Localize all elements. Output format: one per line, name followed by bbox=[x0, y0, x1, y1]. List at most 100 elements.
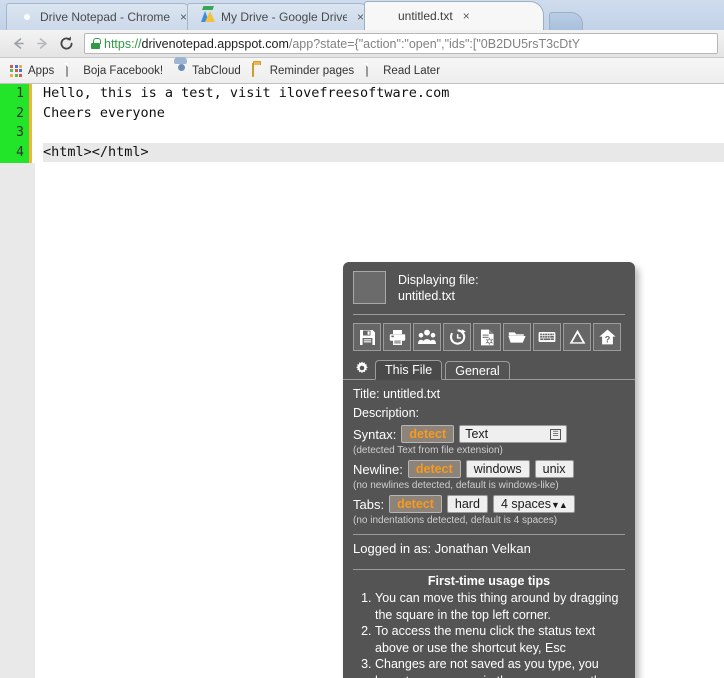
line-number-column: 1 2 3 4 bbox=[0, 84, 29, 162]
syntax-row: Syntax: detect Text ☰ bbox=[343, 423, 635, 445]
bookmark-label: Boja Facebook! bbox=[83, 64, 164, 77]
gear-icon[interactable] bbox=[353, 359, 371, 377]
stepper-up-icon[interactable]: ▲ bbox=[559, 500, 568, 510]
page-icon bbox=[365, 62, 379, 78]
share-icon[interactable] bbox=[413, 323, 441, 351]
tip-item: To access the menu click the status text… bbox=[375, 623, 623, 656]
newline-unix-button[interactable]: unix bbox=[534, 460, 574, 478]
tab-close-icon[interactable]: × bbox=[357, 10, 364, 24]
newline-windows-button[interactable]: windows bbox=[465, 460, 530, 478]
bookmark-label: Apps bbox=[28, 64, 55, 77]
tab-close-icon[interactable]: × bbox=[180, 10, 187, 24]
status-label: Displaying file: bbox=[398, 273, 479, 287]
newline-detect-button[interactable]: detect bbox=[407, 460, 461, 478]
line-number: 1 bbox=[16, 86, 24, 101]
back-button[interactable] bbox=[6, 32, 30, 56]
tips-title: First-time usage tips bbox=[427, 574, 551, 588]
syntax-detect-button[interactable]: detect bbox=[401, 425, 455, 443]
svg-text:?: ? bbox=[604, 334, 610, 344]
logged-in-status: Logged in as: Jonathan Velkan bbox=[353, 541, 531, 556]
page-icon bbox=[65, 62, 79, 78]
tabs-spaces-stepper[interactable]: 4 spaces▼▲ bbox=[492, 495, 575, 513]
bookmark-reminder-pages[interactable]: Reminder pages bbox=[248, 62, 361, 80]
folder-icon bbox=[251, 62, 266, 78]
syntax-label: Syntax: bbox=[353, 426, 397, 442]
code-editor[interactable]: Hello, this is a test, visit ilovefreeso… bbox=[35, 84, 724, 162]
line-number: 4 bbox=[16, 144, 24, 160]
browser-tab-drive-notepad[interactable]: Drive Notepad - Chrome × bbox=[6, 3, 196, 30]
file-name: untitled.txt bbox=[398, 289, 455, 303]
file-title-row: Title: untitled.txt bbox=[353, 387, 441, 401]
drag-handle[interactable] bbox=[353, 271, 386, 304]
code-line[interactable] bbox=[43, 123, 724, 143]
google-drive-icon[interactable] bbox=[563, 323, 591, 351]
forward-button[interactable] bbox=[30, 32, 54, 56]
syntax-select[interactable]: Text ☰ bbox=[459, 425, 568, 443]
panel-status[interactable]: Displaying file: untitled.txt bbox=[398, 271, 479, 304]
save-icon[interactable] bbox=[353, 323, 381, 351]
tabs-hint: (no indentations detected, default is 4 … bbox=[353, 515, 558, 526]
help-home-icon[interactable]: ? bbox=[593, 323, 621, 351]
tips-list: You can move this thing around by draggi… bbox=[343, 590, 635, 678]
tabs-row: Tabs: detect hard 4 spaces▼▲ bbox=[343, 493, 635, 515]
tab-label: untitled.txt bbox=[398, 9, 453, 23]
bookmark-read-later[interactable]: Read Later bbox=[361, 62, 447, 80]
chrome-icon bbox=[20, 10, 34, 24]
bookmark-boja-facebook[interactable]: Boja Facebook! bbox=[61, 62, 170, 80]
open-folder-icon[interactable] bbox=[503, 323, 531, 351]
line-number: 2 bbox=[16, 105, 24, 121]
newline-row: Newline: detect windows unix bbox=[343, 458, 635, 480]
text-file-icon bbox=[378, 9, 392, 23]
tab-label: My Drive - Google Drive bbox=[221, 10, 347, 24]
page-content: 1 2 3 4 Hello, this is a test, visit ilo… bbox=[0, 84, 724, 678]
code-line[interactable]: Hello, this is a test, visit ilovefreeso… bbox=[43, 84, 724, 104]
new-file-icon[interactable] bbox=[473, 323, 501, 351]
drivenotepad-panel: Displaying file: untitled.txt ? This Fil… bbox=[343, 262, 635, 678]
panel-toolbar: ? bbox=[343, 315, 635, 359]
syntax-value: Text bbox=[465, 427, 489, 441]
browser-tab-untitled-txt[interactable]: untitled.txt × bbox=[364, 1, 544, 30]
tabs-label: Tabs: bbox=[353, 496, 385, 512]
bookmarks-bar: Apps Boja Facebook! TabCloud Reminder pa… bbox=[0, 58, 724, 84]
browser-toolbar: https://drivenotepad.appspot.com/app?sta… bbox=[0, 30, 724, 58]
tabs-spaces-value: 4 spaces bbox=[500, 497, 551, 511]
new-tab-button[interactable] bbox=[549, 12, 583, 30]
url-host: drivenotepad.appspot.com bbox=[141, 36, 289, 51]
panel-tabs: This File General bbox=[343, 359, 635, 380]
bookmark-apps[interactable]: Apps bbox=[6, 62, 61, 80]
tabcloud-icon bbox=[174, 64, 188, 78]
tabs-detect-button[interactable]: detect bbox=[389, 495, 442, 513]
file-description-row: Description: bbox=[353, 406, 419, 420]
browser-tab-my-drive[interactable]: My Drive - Google Drive × bbox=[187, 3, 373, 30]
panel-header: Displaying file: untitled.txt bbox=[343, 262, 635, 312]
google-drive-icon bbox=[201, 10, 215, 24]
browser-chrome: Drive Notepad - Chrome × My Drive - Goog… bbox=[0, 0, 724, 84]
tabs-hard-button[interactable]: hard bbox=[446, 495, 488, 513]
reload-button[interactable] bbox=[54, 32, 78, 56]
keyboard-shortcuts-icon[interactable] bbox=[533, 323, 561, 351]
list-icon: ☰ bbox=[550, 428, 562, 440]
address-bar[interactable]: https://drivenotepad.appspot.com/app?sta… bbox=[84, 33, 718, 54]
bookmark-label: Reminder pages bbox=[269, 64, 355, 77]
url-scheme: https:// bbox=[104, 36, 142, 51]
lock-icon bbox=[91, 38, 101, 49]
stepper-down-icon[interactable]: ▼ bbox=[551, 500, 560, 510]
newline-label: Newline: bbox=[353, 461, 403, 477]
line-number: 3 bbox=[16, 125, 24, 140]
tip-item: Changes are not saved as you type, you h… bbox=[375, 656, 623, 678]
code-line[interactable]: Cheers everyone bbox=[43, 104, 724, 124]
bookmark-label: Read Later bbox=[383, 64, 441, 77]
apps-grid-icon bbox=[10, 64, 24, 78]
url-path: /app?state={"action":"open","ids":["0B2D… bbox=[288, 36, 581, 51]
bookmark-label: TabCloud bbox=[192, 64, 241, 77]
tab-close-icon[interactable]: × bbox=[463, 9, 470, 23]
syntax-hint: (detected Text from file extension) bbox=[353, 445, 503, 456]
code-line-active[interactable]: <html></html> bbox=[43, 142, 724, 162]
newline-hint: (no newlines detected, default is window… bbox=[353, 480, 559, 491]
panel-tab-general[interactable]: General bbox=[445, 361, 510, 380]
bookmark-tabcloud[interactable]: TabCloud bbox=[170, 62, 248, 80]
tip-item: You can move this thing around by draggi… bbox=[375, 590, 623, 623]
revision-history-icon[interactable] bbox=[443, 323, 471, 351]
panel-tab-this-file[interactable]: This File bbox=[375, 360, 443, 380]
print-icon[interactable] bbox=[383, 323, 411, 351]
